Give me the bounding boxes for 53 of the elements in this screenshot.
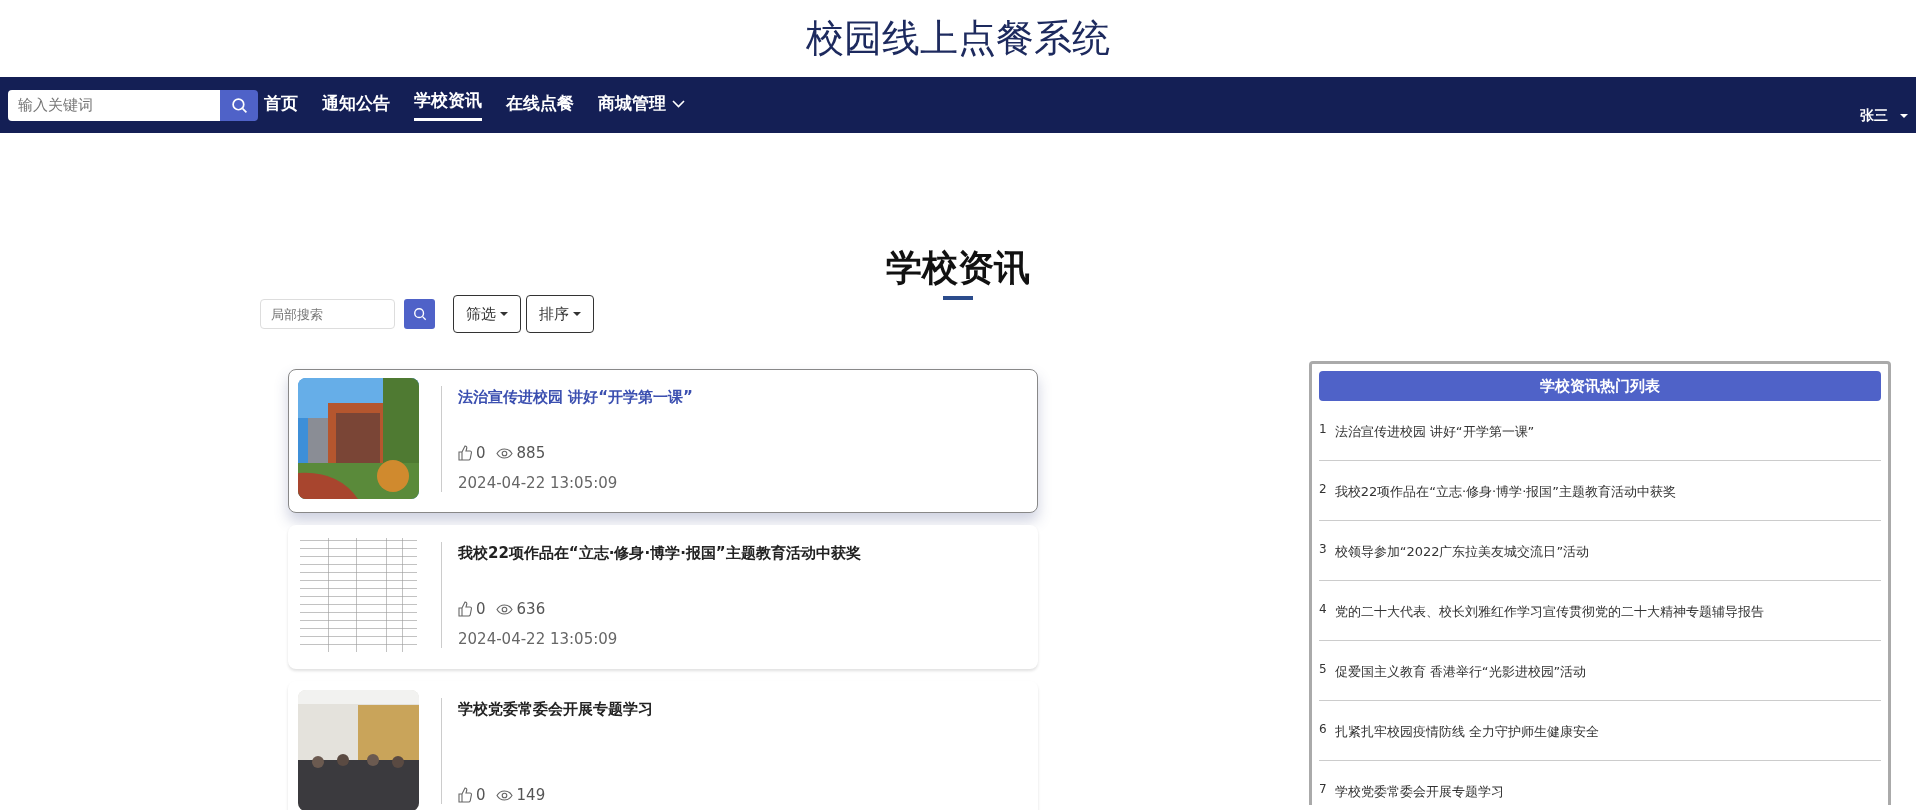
site-title: 校园线上点餐系统 [806,15,1110,62]
hot-list-link[interactable]: 法治宣传进校园 讲好“开学第一课” [1334,422,1535,441]
hot-list-link[interactable]: 扎紧扎牢校园疫情防线 全力守护师生健康安全 [1334,722,1599,741]
eye-icon [495,789,513,801]
like-count: 0 [476,786,486,804]
hot-list-link[interactable]: 党的二十大代表、校长刘雅红作学习宣传贯彻党的二十大精神专题辅导报告 [1334,602,1764,621]
hot-list-link[interactable]: 促爱国主义教育 香港举行“光影进校园”活动 [1334,662,1587,681]
search-button[interactable] [220,89,258,121]
like-count: 0 [476,444,486,462]
view-count: 149 [516,786,546,804]
dropdown-button[interactable]: 筛选 [453,295,521,333]
article-card[interactable]: 我校22项作品在“立志·修身·博学·报国”主题教育活动中获奖 0 636 2024-04-22 13:05:09 [288,525,1038,669]
view-count: 636 [516,600,546,618]
nav-link[interactable]: 首页 [264,86,298,124]
article-card[interactable]: 法治宣传进校园 讲好“开学第一课” 0 885 2024-04-22 13:05:09 [288,369,1038,513]
rank-number: 7 [1319,781,1327,796]
thumbs-up-icon [458,787,472,803]
article-date: 2024-04-22 13:05:09 [458,474,619,492]
search-icon [412,307,427,321]
rank-number: 3 [1319,541,1327,556]
like-count: 0 [476,600,486,618]
thumbs-up-icon [458,445,472,461]
dropdown-button[interactable]: 排序 [526,295,594,333]
page-heading: 学校资讯 [885,250,1031,286]
rank-number: 5 [1319,661,1327,676]
nav-link[interactable]: 通知公告 [322,86,390,124]
eye-icon [495,603,513,615]
view-count: 885 [516,444,546,462]
nav-link[interactable]: 学校资讯 [414,83,482,121]
hot-list-link[interactable]: 校领导参加“2022广东拉美友城交流日”活动 [1334,542,1590,561]
user-menu[interactable]: 张三 [1860,107,1908,125]
article-title[interactable]: 学校党委常委会开展专题学习 [458,700,653,719]
caret-icon [500,312,508,316]
hot-list-link[interactable]: 学校党委常委会开展专题学习 [1334,782,1504,801]
article-date: 2024-04-22 13:05:09 [458,630,619,648]
search-icon [230,96,248,114]
rank-number: 6 [1319,721,1327,736]
search-field[interactable]: 局部搜索 [260,299,395,329]
eye-icon [495,447,513,459]
caret-icon [573,312,581,316]
rank-number: 2 [1319,481,1327,496]
caret-icon [1900,114,1908,118]
article-title[interactable]: 法治宣传进校园 讲好“开学第一课” [458,388,693,407]
rank-number: 4 [1319,601,1327,616]
rank-number: 1 [1319,421,1327,436]
thumbs-up-icon [458,601,472,617]
hot-list-link[interactable]: 我校22项作品在“立志·修身·博学·报国”主题教育活动中获奖 [1334,482,1677,501]
search-field[interactable]: 输入关键词 [8,89,220,121]
hot-list-title: 学校资讯热门列表 [1319,371,1881,401]
nav-link[interactable]: 商城管理 [598,86,685,124]
article-title[interactable]: 我校22项作品在“立志·修身·博学·报国”主题教育活动中获奖 [458,544,861,563]
nav-link[interactable]: 在线点餐 [506,86,574,124]
article-card[interactable]: 学校党委常委会开展专题学习 0 149 [288,681,1038,810]
